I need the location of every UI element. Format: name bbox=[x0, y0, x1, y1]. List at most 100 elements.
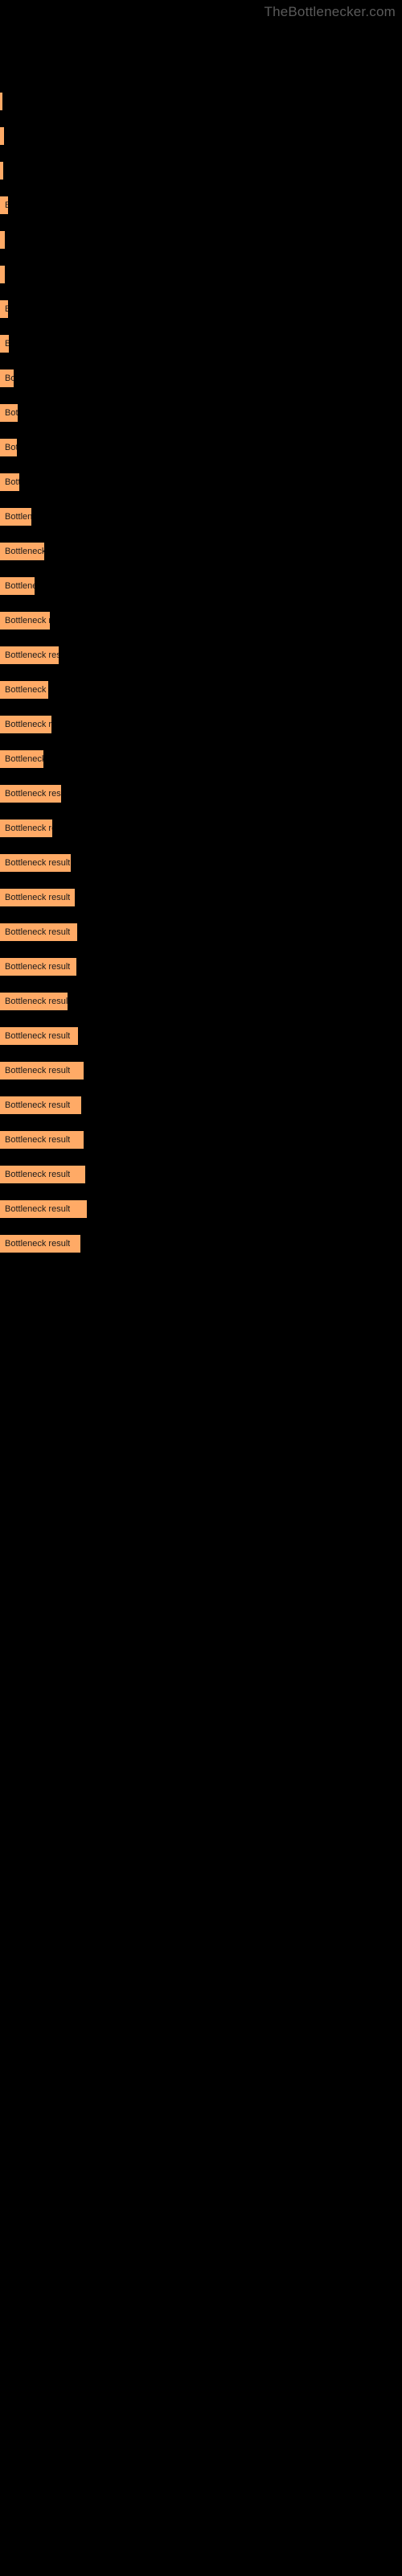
bar-row[interactable]: Bottleneck result bbox=[0, 854, 71, 872]
bar[interactable]: Bottleneck result bbox=[0, 854, 71, 872]
bar-row[interactable]: Bottleneck result bbox=[0, 889, 75, 906]
bar[interactable]: Bottleneck result bbox=[0, 335, 9, 353]
bar[interactable]: Bottleneck result bbox=[0, 473, 19, 491]
bar-label: Bottleneck result bbox=[5, 547, 44, 556]
bar-row[interactable]: Bottleneck result bbox=[0, 93, 2, 110]
bar-row[interactable]: Bottleneck result bbox=[0, 1131, 84, 1149]
bar-label: Bottleneck result bbox=[5, 1204, 71, 1214]
bar-row[interactable]: Bottleneck result bbox=[0, 335, 9, 353]
bar-row[interactable]: Bottleneck result bbox=[0, 785, 61, 803]
bar-label: Bottleneck result bbox=[5, 858, 71, 868]
bar-row[interactable]: Bottleneck result bbox=[0, 473, 19, 491]
bar-row[interactable]: Bottleneck result bbox=[0, 231, 5, 249]
bar-label: Bottleneck result bbox=[5, 477, 19, 487]
bar-label-clip: Bottleneck result bbox=[0, 1096, 81, 1114]
bar-row[interactable]: Bottleneck result bbox=[0, 681, 48, 699]
bar-label-clip: Bottleneck result bbox=[0, 231, 5, 249]
bar-label: Bottleneck result bbox=[5, 374, 14, 383]
bar[interactable]: Bottleneck result bbox=[0, 1131, 84, 1149]
bar-label-clip: Bottleneck result bbox=[0, 854, 71, 872]
bar-row[interactable]: Bottleneck result bbox=[0, 196, 8, 214]
bar-row[interactable]: Bottleneck result bbox=[0, 923, 77, 941]
bar[interactable]: Bottleneck result bbox=[0, 1166, 85, 1183]
bar-row[interactable]: Bottleneck result bbox=[0, 1200, 87, 1218]
bar-row[interactable]: Bottleneck result bbox=[0, 750, 43, 768]
bar-row[interactable]: Bottleneck result bbox=[0, 508, 31, 526]
bar-label: Bottleneck result bbox=[5, 893, 71, 902]
bar[interactable]: Bottleneck result bbox=[0, 369, 14, 387]
bar-label: Bottleneck result bbox=[5, 754, 43, 764]
bar[interactable]: Bottleneck result bbox=[0, 785, 61, 803]
bar[interactable]: Bottleneck result bbox=[0, 439, 17, 456]
bar-row[interactable]: Bottleneck result bbox=[0, 819, 52, 837]
bar-label-clip: Bottleneck result bbox=[0, 1062, 84, 1080]
bar[interactable]: Bottleneck result bbox=[0, 958, 76, 976]
bar-label-clip: Bottleneck result bbox=[0, 1200, 87, 1218]
bar-label: Bottleneck result bbox=[5, 824, 52, 833]
bar[interactable]: Bottleneck result bbox=[0, 1027, 78, 1045]
bar[interactable]: Bottleneck result bbox=[0, 819, 52, 837]
bar-label-clip: Bottleneck result bbox=[0, 577, 35, 595]
bar-row[interactable]: Bottleneck result bbox=[0, 993, 68, 1010]
bar-label: Bottleneck result bbox=[5, 304, 8, 314]
bar-row[interactable]: Bottleneck result bbox=[0, 300, 8, 318]
bar[interactable]: Bottleneck result bbox=[0, 750, 43, 768]
bar[interactable]: Bottleneck result bbox=[0, 266, 5, 283]
bar-label: Bottleneck result bbox=[5, 1239, 71, 1249]
bar-label: Bottleneck result bbox=[5, 789, 61, 799]
bar-label-clip: Bottleneck result bbox=[0, 646, 59, 664]
bar-row[interactable]: Bottleneck result bbox=[0, 612, 50, 630]
bar-label: Bottleneck result bbox=[5, 1135, 71, 1145]
bar[interactable]: Bottleneck result bbox=[0, 1062, 84, 1080]
bar[interactable]: Bottleneck result bbox=[0, 889, 75, 906]
bar-row[interactable]: Bottleneck result bbox=[0, 958, 76, 976]
bar-label-clip: Bottleneck result bbox=[0, 404, 18, 422]
bar-row[interactable]: Bottleneck result bbox=[0, 1027, 78, 1045]
bar[interactable]: Bottleneck result bbox=[0, 716, 51, 733]
bar[interactable]: Bottleneck result bbox=[0, 508, 31, 526]
bar-row[interactable]: Bottleneck result bbox=[0, 266, 5, 283]
bar-row[interactable]: Bottleneck result bbox=[0, 404, 18, 422]
bar-label-clip: Bottleneck result bbox=[0, 300, 8, 318]
bar-row[interactable]: Bottleneck result bbox=[0, 1096, 81, 1114]
bar-label-clip: Bottleneck result bbox=[0, 1166, 85, 1183]
bar[interactable]: Bottleneck result bbox=[0, 231, 5, 249]
bar[interactable]: Bottleneck result bbox=[0, 923, 77, 941]
bar-row[interactable]: Bottleneck result bbox=[0, 162, 3, 180]
bar[interactable]: Bottleneck result bbox=[0, 1200, 87, 1218]
bar[interactable]: Bottleneck result bbox=[0, 127, 4, 145]
bar-row[interactable]: Bottleneck result bbox=[0, 543, 44, 560]
bar-row[interactable]: Bottleneck result bbox=[0, 1166, 85, 1183]
bar[interactable]: Bottleneck result bbox=[0, 993, 68, 1010]
bar[interactable]: Bottleneck result bbox=[0, 612, 50, 630]
bar-label-clip: Bottleneck result bbox=[0, 889, 75, 906]
bar-label: Bottleneck result bbox=[5, 1100, 71, 1110]
bar-label: Bottleneck result bbox=[5, 927, 71, 937]
bar-label-clip: Bottleneck result bbox=[0, 819, 52, 837]
bar-row[interactable]: Bottleneck result bbox=[0, 439, 17, 456]
bar-label-clip: Bottleneck result bbox=[0, 196, 8, 214]
bar[interactable]: Bottleneck result bbox=[0, 1235, 80, 1253]
bar-row[interactable]: Bottleneck result bbox=[0, 646, 59, 664]
bar-label: Bottleneck result bbox=[5, 339, 9, 349]
bar-label-clip: Bottleneck result bbox=[0, 543, 44, 560]
bar[interactable]: Bottleneck result bbox=[0, 162, 3, 180]
bar[interactable]: Bottleneck result bbox=[0, 93, 2, 110]
bar-row[interactable]: Bottleneck result bbox=[0, 1062, 84, 1080]
bar-row[interactable]: Bottleneck result bbox=[0, 127, 4, 145]
bar-row[interactable]: Bottleneck result bbox=[0, 1235, 80, 1253]
bar[interactable]: Bottleneck result bbox=[0, 196, 8, 214]
bar[interactable]: Bottleneck result bbox=[0, 646, 59, 664]
bar-label-clip: Bottleneck result bbox=[0, 369, 14, 387]
bar-label-clip: Bottleneck result bbox=[0, 439, 17, 456]
bar-row[interactable]: Bottleneck result bbox=[0, 716, 51, 733]
bar[interactable]: Bottleneck result bbox=[0, 1096, 81, 1114]
bar[interactable]: Bottleneck result bbox=[0, 543, 44, 560]
bar-row[interactable]: Bottleneck result bbox=[0, 577, 35, 595]
bar-row[interactable]: Bottleneck result bbox=[0, 369, 14, 387]
bar[interactable]: Bottleneck result bbox=[0, 404, 18, 422]
bar[interactable]: Bottleneck result bbox=[0, 300, 8, 318]
bar[interactable]: Bottleneck result bbox=[0, 577, 35, 595]
bar-label-clip: Bottleneck result bbox=[0, 923, 77, 941]
bar[interactable]: Bottleneck result bbox=[0, 681, 48, 699]
